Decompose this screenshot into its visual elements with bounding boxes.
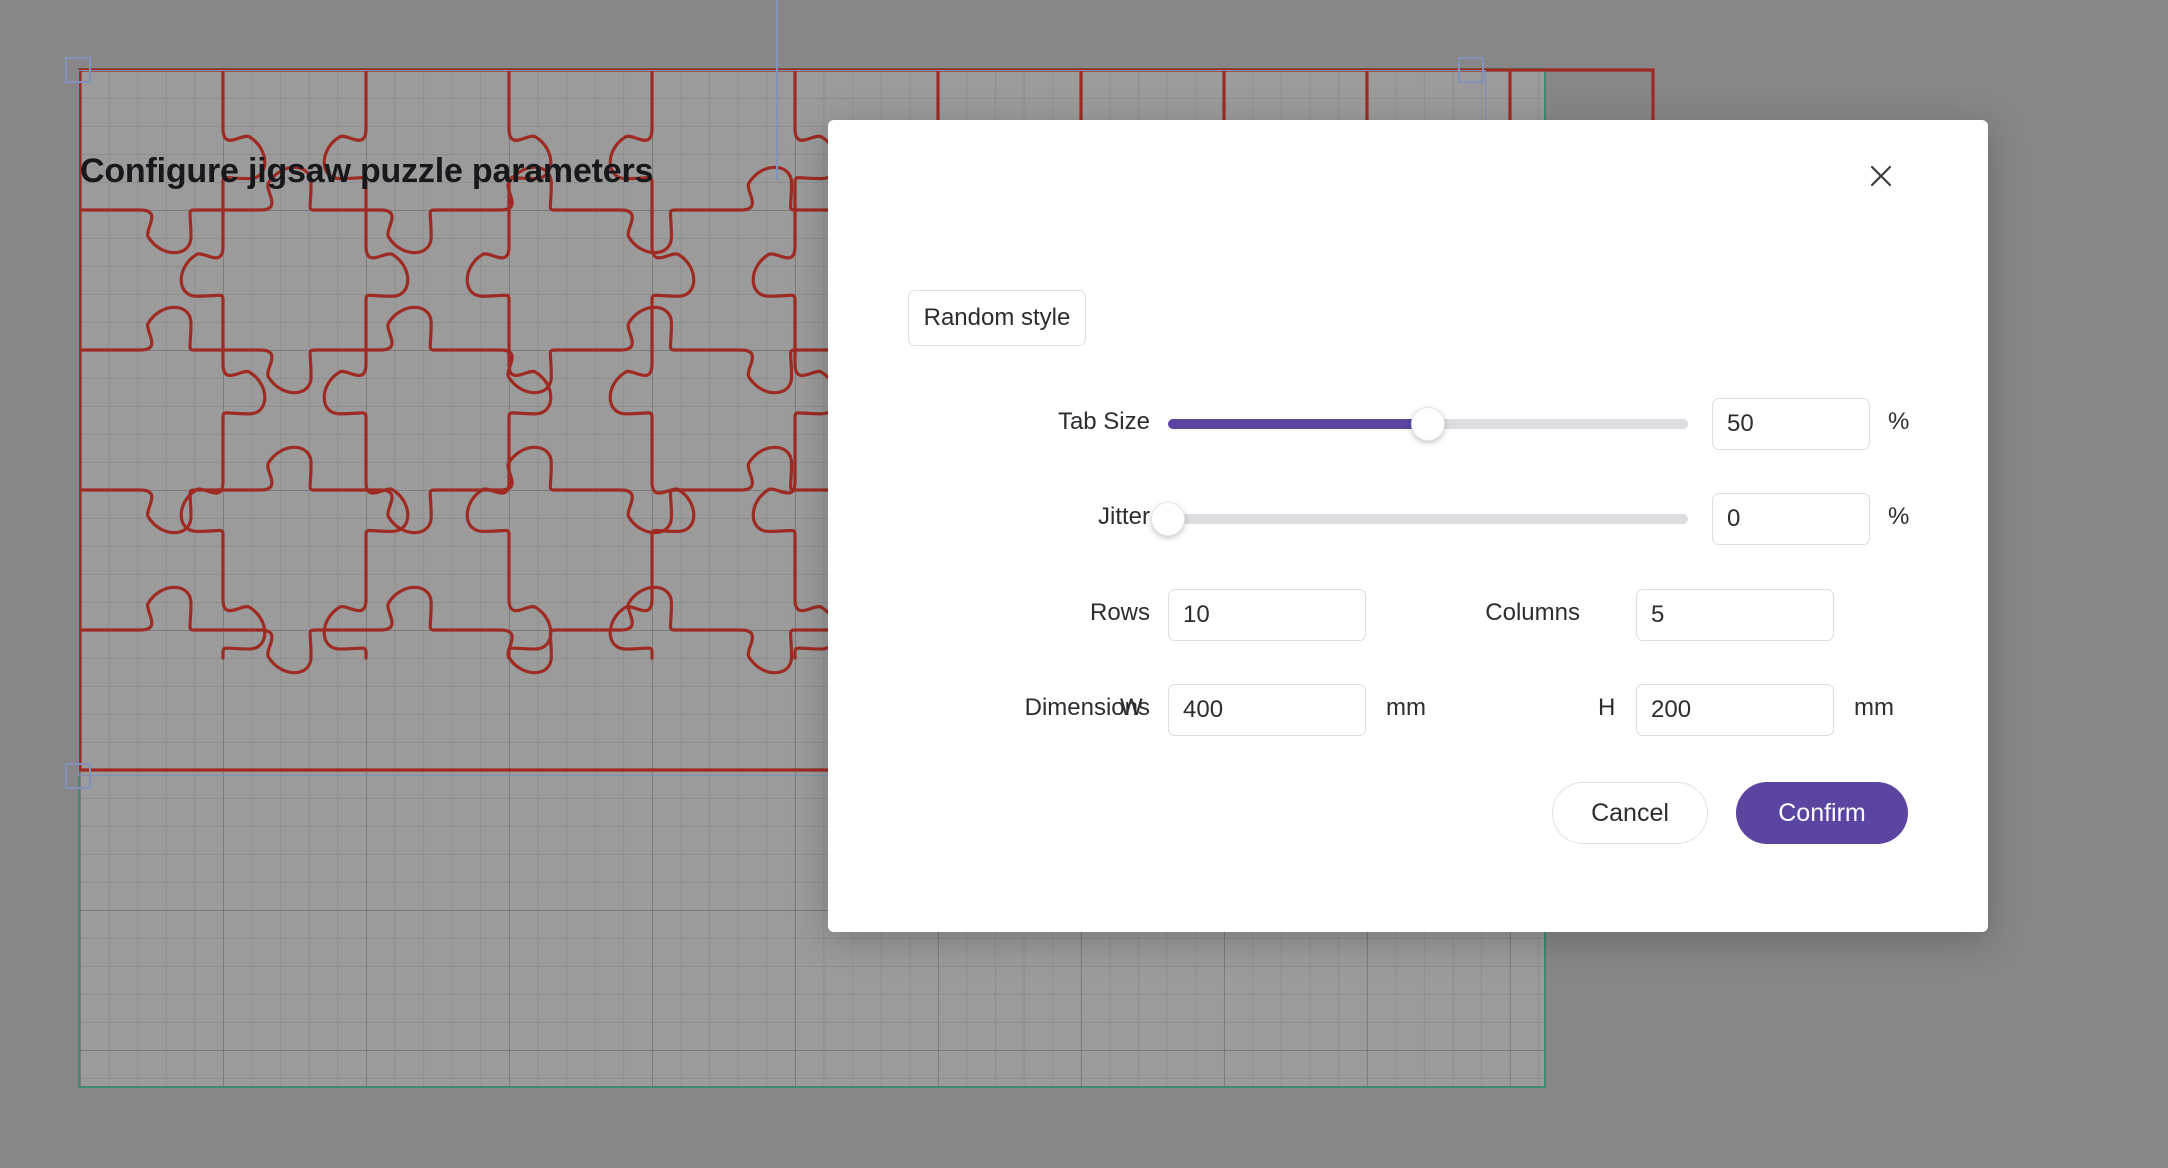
selection-handle-bottom-left[interactable]	[65, 763, 91, 789]
jitter-label: Jitter	[1097, 503, 1150, 530]
dimensions-height-unit: mm	[1854, 694, 1894, 721]
jitter-slider-thumb[interactable]	[1151, 502, 1185, 536]
app-root: Configure jigsaw puzzle parameters Rando…	[0, 0, 2168, 1168]
jitter-input[interactable]	[1712, 493, 1870, 545]
rows-label: Rows	[1089, 599, 1150, 626]
selection-handle-top-left[interactable]	[65, 57, 91, 83]
dimensions-width-input[interactable]	[1168, 684, 1366, 736]
dialog-title: Configure jigsaw puzzle parameters	[80, 152, 654, 190]
cancel-button[interactable]: Cancel	[1552, 782, 1708, 844]
dimensions-height-input[interactable]	[1636, 684, 1834, 736]
random-style-button[interactable]: Random style	[908, 290, 1086, 346]
tab-size-slider-thumb[interactable]	[1411, 407, 1445, 441]
dimensions-label: Dimensions	[1024, 694, 1150, 721]
tab-size-slider-fill	[1168, 419, 1428, 429]
dimensions-width-label: W	[1120, 694, 1143, 721]
close-icon[interactable]	[1855, 150, 1907, 202]
vertical-guide-line	[776, 0, 778, 180]
confirm-button[interactable]: Confirm	[1736, 782, 1908, 844]
dimensions-width-unit: mm	[1386, 694, 1426, 721]
columns-input[interactable]	[1636, 589, 1834, 641]
jitter-unit: %	[1888, 503, 1910, 530]
rows-input[interactable]	[1168, 589, 1366, 641]
dimensions-height-label: H	[1598, 694, 1616, 721]
tab-size-slider[interactable]	[1168, 407, 1688, 441]
jitter-slider[interactable]	[1151, 502, 1688, 536]
selection-handle-top-right[interactable]	[1458, 57, 1484, 83]
tab-size-label: Tab Size	[1057, 408, 1150, 435]
tab-size-input[interactable]	[1712, 398, 1870, 450]
columns-label: Columns	[1485, 599, 1580, 626]
tab-size-unit: %	[1888, 408, 1910, 435]
